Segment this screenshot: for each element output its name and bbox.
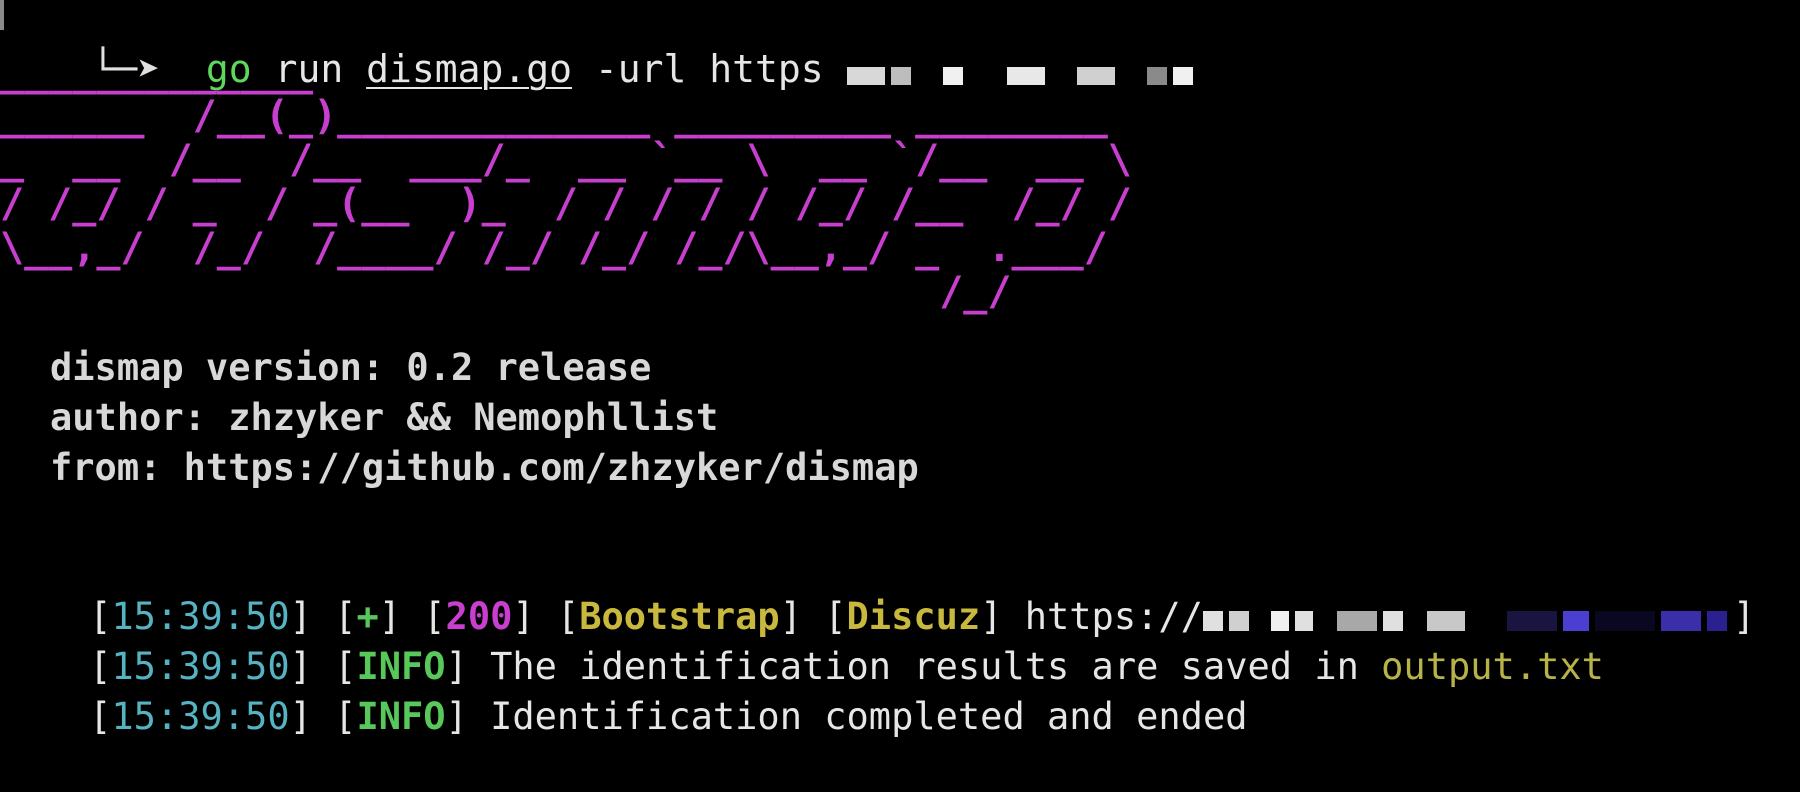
version-text: dismap version: 0.2 release [50, 346, 652, 389]
command-file: dismap.go [366, 47, 573, 91]
output-file: output.txt [1381, 645, 1604, 688]
log-level: INFO [356, 695, 446, 738]
redacted-url [846, 47, 1199, 97]
banner-line-3: _ __ /__ /__ ___/_ __ `__ \ __ `/__ __ \ [0, 137, 1132, 183]
log-line-1: [15:39:50] [+] [200] [Bootstrap] [Discuz… [0, 542, 1755, 638]
author-text: author: zhzyker && Nemophllist [50, 396, 719, 439]
terminal-window[interactable]: └─➤ go run dismap.go -url https ________… [0, 0, 1800, 738]
banner-line-6: /_/ [0, 269, 1012, 315]
command-line: └─➤ go run dismap.go -url https [0, 0, 1199, 91]
banner-line-2: ______ /__(_)_____________ _________ ___… [0, 93, 1108, 139]
banner-line-5: \__,_/ /_/ /____/ /_/ /_/ /_/\__,_/ _ ._… [0, 225, 1108, 271]
banner-line-1: _____________ [0, 49, 314, 95]
log-line-3: [15:39:50] [INFO] Identification complet… [89, 695, 1248, 738]
source-text: from: https://github.com/zhzyker/dismap [50, 446, 919, 489]
banner-line-4: / /_/ / _ / _(__ )_ / / / / / /_/ /__ /_… [0, 181, 1132, 227]
log-message: Identification completed and ended [490, 695, 1248, 738]
command-args: -url https [594, 47, 824, 91]
log-timestamp: 15:39:50 [111, 695, 290, 738]
log-line-2: [15:39:50] [INFO] The identification res… [89, 645, 1604, 688]
